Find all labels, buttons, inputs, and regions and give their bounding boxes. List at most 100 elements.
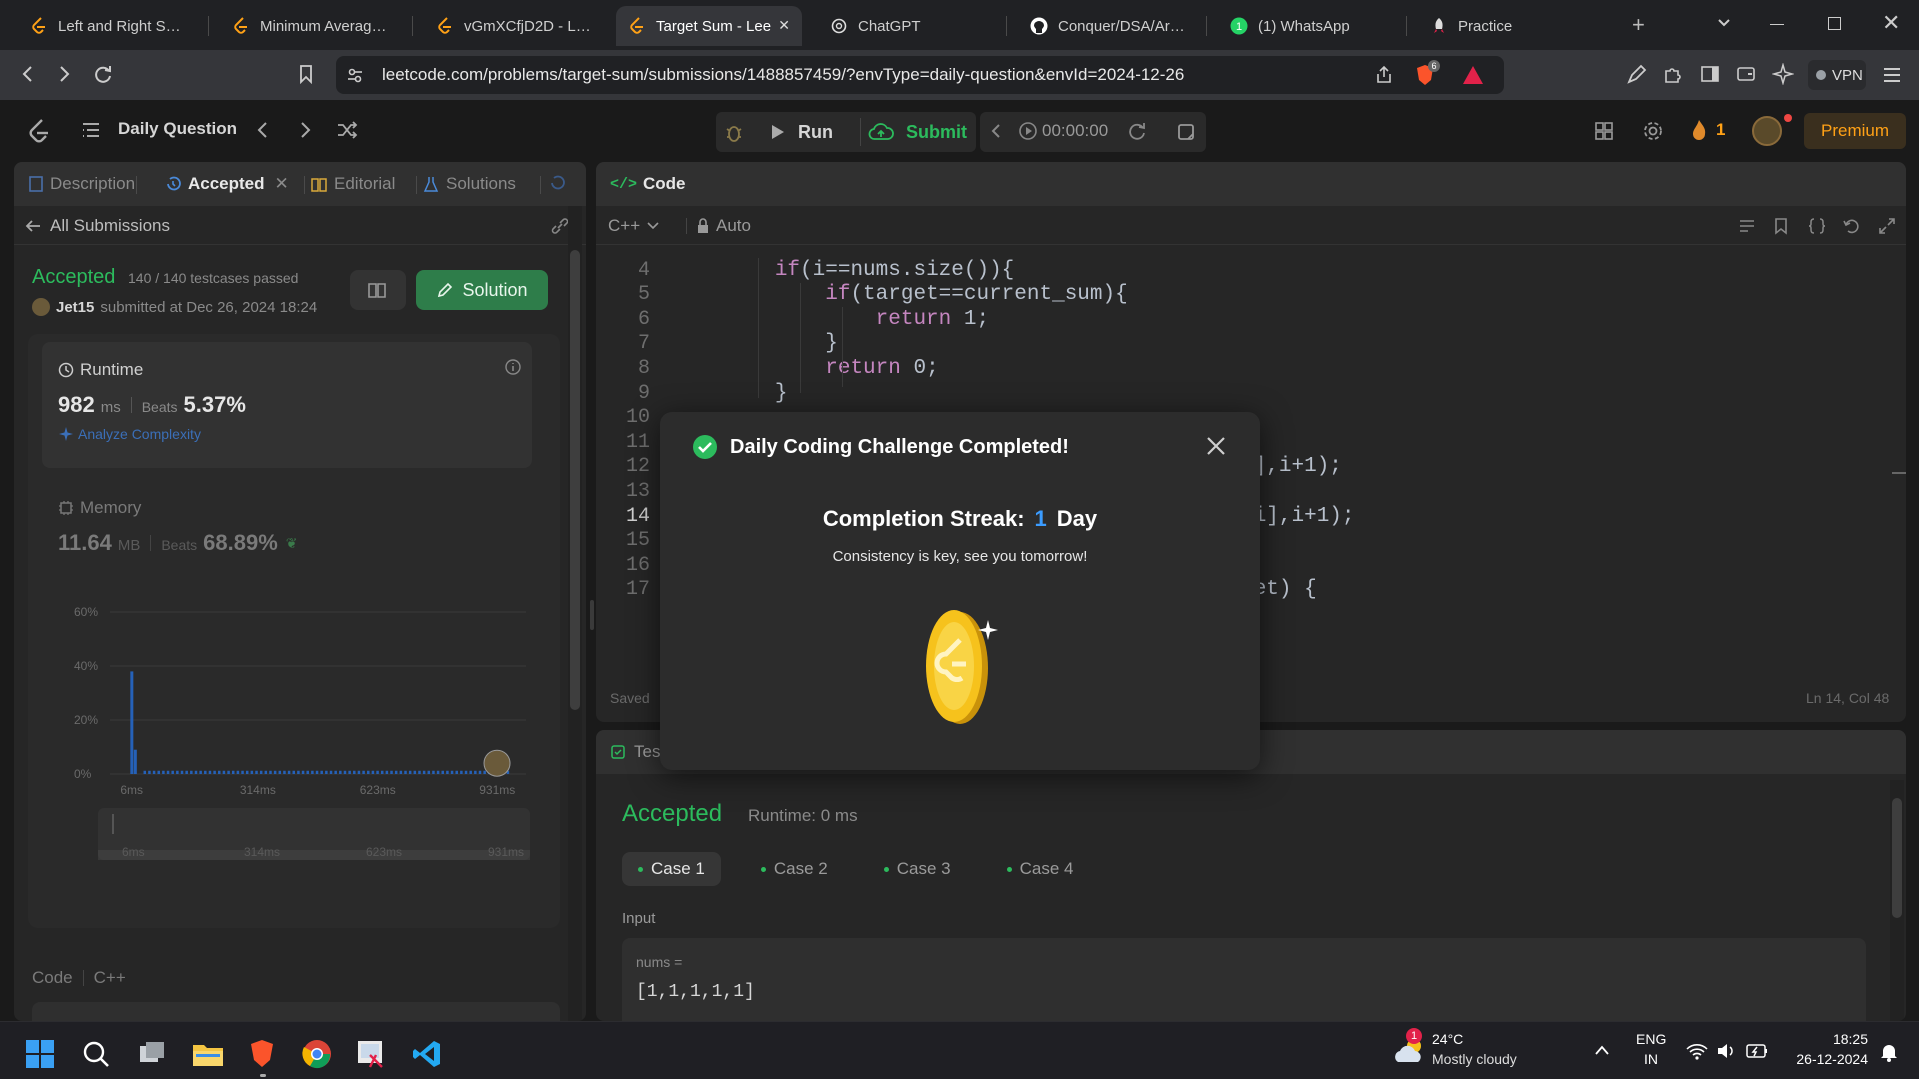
snipping-tool-icon[interactable] (356, 1039, 386, 1069)
avatar[interactable] (1752, 116, 1782, 146)
layout-icon[interactable] (1594, 121, 1614, 141)
whatsapp-icon: 1 (1230, 17, 1248, 35)
weather-condition[interactable]: Mostly cloudy (1432, 1051, 1517, 1067)
sidebar-icon[interactable] (1700, 64, 1720, 84)
weather-badge: 1 (1406, 1028, 1422, 1044)
rocket-icon (1430, 17, 1448, 35)
browser-tab-title: vGmXCfjD2D - LeetC (464, 17, 593, 35)
problem-list-icon[interactable] (80, 120, 102, 140)
browser-tab[interactable]: vGmXCfjD2D - LeetC (424, 6, 599, 46)
premium-button[interactable]: Premium (1804, 113, 1906, 149)
notification-dot (1784, 114, 1792, 122)
minimize-button[interactable] (1770, 24, 1784, 25)
timer-reset-icon[interactable] (1126, 120, 1148, 142)
modal-close-icon[interactable] (1204, 434, 1228, 458)
tab-separator (412, 16, 413, 36)
input-region[interactable]: IN (1636, 1051, 1666, 1067)
brave-rewards-icon[interactable] (1462, 64, 1484, 86)
run-label: Run (798, 121, 833, 142)
browser-tab[interactable]: Minimum Average Di (220, 6, 395, 46)
file-explorer-icon[interactable] (192, 1040, 224, 1068)
vpn-status-icon (1816, 70, 1826, 80)
check-circle-icon (693, 435, 717, 459)
url-field[interactable]: leetcode.com/problems/target-sum/submiss… (336, 56, 1504, 94)
extensions-icon[interactable] (1662, 63, 1684, 85)
note-button[interactable] (1166, 112, 1206, 152)
timer-play-icon[interactable] (1018, 121, 1038, 141)
browser-tab[interactable]: Practice (1418, 6, 1593, 46)
vscode-icon[interactable] (412, 1039, 442, 1069)
leetcode-header: Daily Question Run Submit 00:00:00 1 Pre… (0, 100, 1919, 162)
restore-button[interactable] (1828, 17, 1841, 30)
cloud-upload-icon (868, 123, 894, 140)
leetcode-logo-icon[interactable] (28, 118, 50, 144)
modal-message: Consistency is key, see you tomorrow! (832, 548, 1088, 565)
reload-icon[interactable] (92, 63, 114, 85)
browser-tab[interactable]: 1 (1) WhatsApp (1218, 6, 1393, 46)
task-view-icon[interactable] (138, 1040, 166, 1068)
show-hidden-icons[interactable] (1594, 1044, 1610, 1056)
close-tab-icon[interactable]: ✕ (778, 17, 790, 34)
submit-button[interactable]: Submit (868, 112, 967, 152)
volume-icon[interactable] (1716, 1042, 1738, 1060)
windows-start-icon[interactable] (26, 1040, 54, 1068)
play-icon (772, 125, 784, 139)
submit-label: Submit (906, 121, 967, 142)
divider (860, 118, 861, 146)
chatgpt-icon (830, 17, 848, 35)
run-button[interactable]: Run (768, 112, 833, 152)
clock-date[interactable]: 26-12-2024 (1786, 1051, 1868, 1067)
browser-tab[interactable]: Left and Right Sum D (18, 6, 193, 46)
browser-tab-title: Conquer/DSA/Arrays (1058, 17, 1187, 35)
notification-bell-icon[interactable] (1880, 1042, 1898, 1062)
streak-unit: Day (1056, 506, 1098, 531)
search-icon[interactable] (82, 1040, 110, 1068)
share-icon[interactable] (1374, 65, 1394, 85)
browser-tab[interactable]: Conquer/DSA/Arrays (1018, 6, 1193, 46)
github-icon (1030, 17, 1048, 35)
browser-tab[interactable]: Target Sum - Lee ✕ (616, 6, 802, 46)
chrome-icon[interactable] (302, 1039, 332, 1069)
vpn-label: VPN (1832, 66, 1863, 84)
streak-count: 1 (1716, 120, 1726, 139)
site-info-icon[interactable] (346, 66, 364, 84)
next-problem-icon[interactable] (298, 120, 312, 140)
clock-time[interactable]: 18:25 (1806, 1031, 1868, 1047)
leo-ai-icon[interactable] (1772, 63, 1794, 85)
wifi-icon[interactable] (1686, 1042, 1708, 1060)
battery-icon[interactable] (1746, 1043, 1768, 1059)
browser-tab-bar: Left and Right Sum D Minimum Average Di vG… (0, 0, 1919, 50)
timer-collapse-icon[interactable] (990, 122, 1002, 140)
tab-search-icon[interactable] (1716, 14, 1732, 30)
new-tab-button[interactable]: + (1632, 12, 1645, 38)
fire-icon (1693, 120, 1706, 140)
daily-question-link[interactable]: Daily Question (118, 119, 237, 139)
back-icon[interactable] (20, 64, 36, 84)
menu-icon[interactable] (1882, 66, 1902, 84)
browser-tab[interactable]: ChatGPT (818, 6, 993, 46)
prev-problem-icon[interactable] (256, 120, 270, 140)
weather-temp[interactable]: 24°C (1432, 1031, 1463, 1047)
daily-challenge-modal: Daily Coding Challenge Completed! Comple… (660, 412, 1260, 770)
streak-counter[interactable]: 1 (1690, 118, 1725, 142)
browser-tab-title: Minimum Average Di (260, 17, 389, 35)
vpn-button[interactable]: VPN (1808, 60, 1866, 90)
gold-coin-icon (916, 606, 1006, 728)
wallet-icon[interactable] (1736, 64, 1756, 84)
debug-icon[interactable] (724, 121, 744, 143)
brave-badge: 6 (1428, 60, 1440, 72)
leetcode-icon (436, 17, 454, 35)
svg-text:1: 1 (1236, 21, 1242, 33)
shuffle-icon[interactable] (336, 120, 358, 140)
brave-browser-icon[interactable] (248, 1038, 276, 1070)
url-text: leetcode.com/problems/target-sum/submiss… (382, 65, 1185, 84)
forward-icon[interactable] (56, 64, 72, 84)
timer-value: 00:00:00 (1042, 121, 1109, 140)
input-language[interactable]: ENG (1636, 1031, 1666, 1047)
active-app-indicator (260, 1074, 266, 1077)
settings-gear-icon[interactable] (1642, 120, 1664, 142)
tab-separator (1206, 16, 1207, 36)
pen-icon[interactable] (1626, 63, 1648, 85)
bookmark-icon[interactable] (298, 64, 314, 84)
close-window-button[interactable]: ✕ (1882, 10, 1900, 36)
